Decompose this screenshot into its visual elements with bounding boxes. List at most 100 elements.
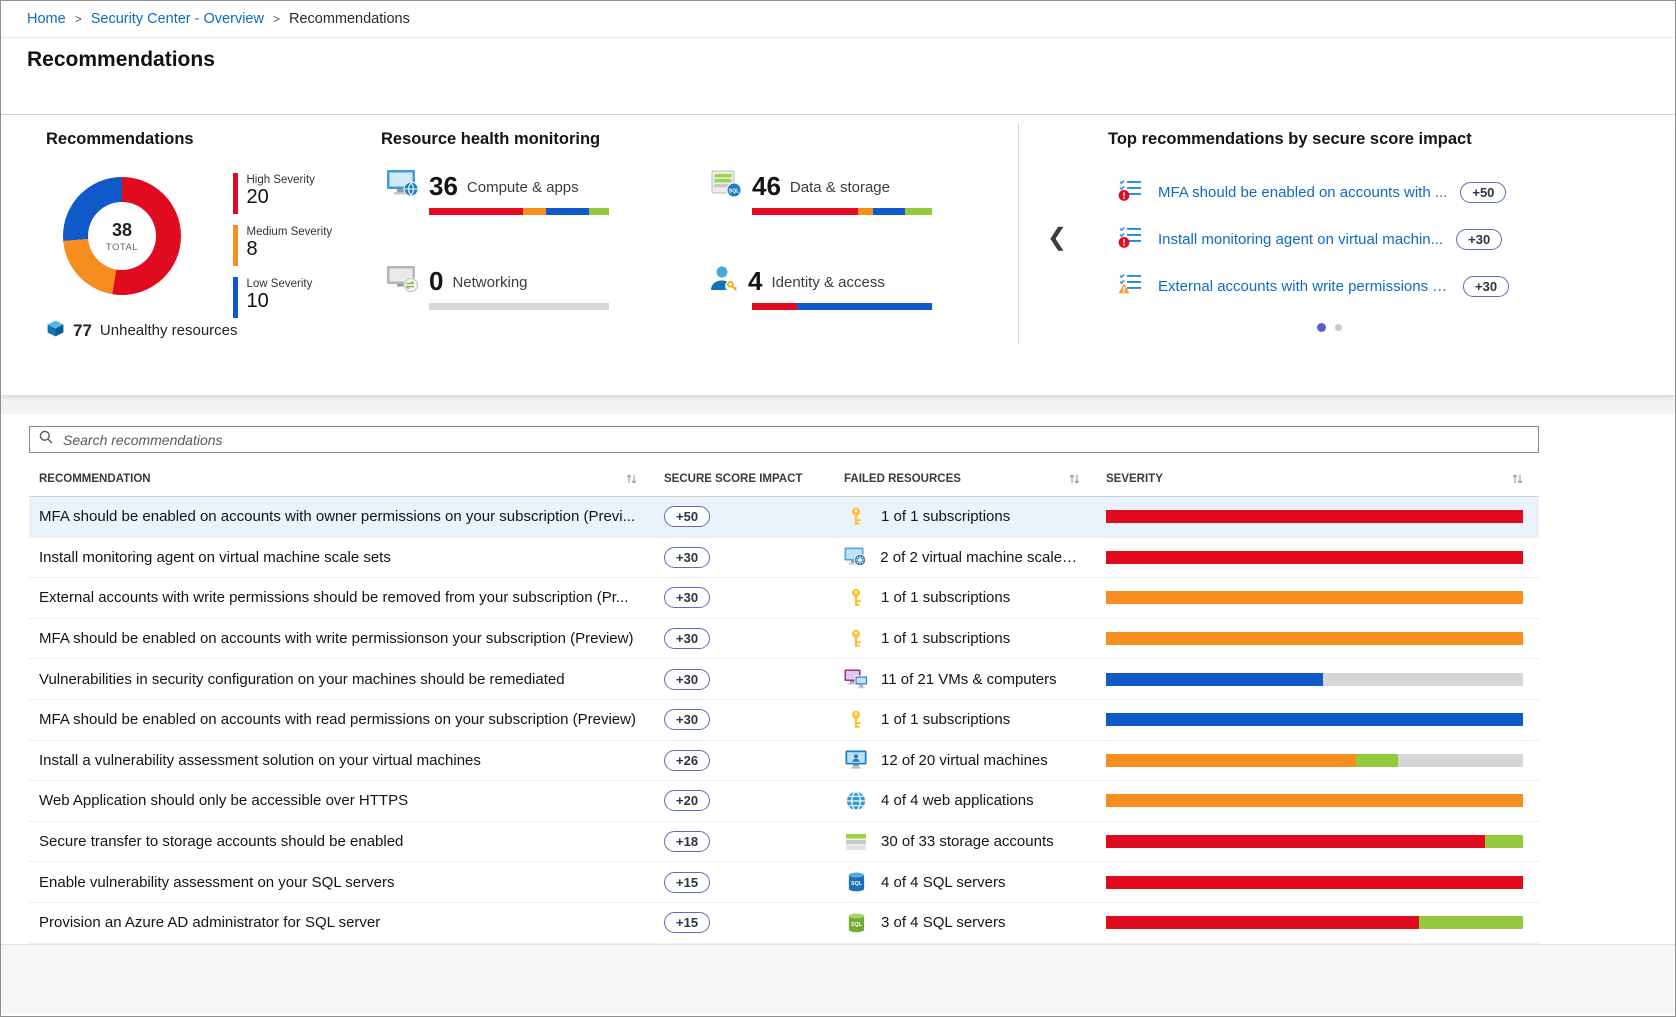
secure-score-cell: +15 — [651, 912, 839, 933]
legend-value: 10 — [247, 290, 313, 313]
column-header-recommendation[interactable]: RECOMMENDATION — [29, 473, 651, 485]
health-label: Identity & access — [771, 274, 884, 294]
table-row[interactable]: MFA should be enabled on accounts with w… — [29, 619, 1539, 660]
failed-resources-cell: 1 of 1 subscriptions — [839, 507, 1106, 527]
recommendation-cell: External accounts with write permissions… — [29, 589, 651, 606]
severity-bar — [1106, 916, 1523, 929]
failed-resources-cell: SQL4 of 4 SQL servers — [839, 872, 1106, 892]
table-row[interactable]: MFA should be enabled on accounts with o… — [29, 497, 1539, 538]
search-input[interactable] — [61, 431, 1529, 449]
carousel-dot-1[interactable] — [1317, 323, 1326, 332]
resource-health-title: Resource health monitoring — [381, 130, 600, 149]
bar-segment — [429, 208, 523, 215]
breadcrumb-link-home[interactable]: Home — [27, 11, 66, 27]
legend-label: Medium Severity — [247, 226, 333, 238]
bar-segment — [1106, 510, 1523, 523]
legend-value: 20 — [247, 186, 315, 209]
bar-segment — [523, 208, 546, 215]
carousel-dot-2[interactable] — [1335, 324, 1342, 331]
page-header: Recommendations — [1, 38, 1675, 114]
secure-score-pill: +26 — [664, 750, 710, 771]
table-row[interactable]: Provision an Azure AD administrator for … — [29, 903, 1539, 944]
table-row[interactable]: Install a vulnerability assessment solut… — [29, 741, 1539, 782]
secure-score-pill: +30 — [664, 669, 710, 690]
legend-color-bar — [233, 225, 238, 266]
table-row[interactable]: Enable vulnerability assessment on your … — [29, 862, 1539, 903]
health-label: Networking — [452, 274, 527, 294]
bar-segment — [1106, 551, 1523, 564]
severity-bar — [1106, 835, 1523, 848]
legend-value: 8 — [247, 238, 333, 261]
health-item-compute-apps: 36Compute & apps — [386, 163, 709, 215]
donut-total-label: TOTAL — [106, 242, 138, 253]
bar-segment — [1106, 632, 1523, 645]
top-recommendation-link[interactable]: MFA should be enabled on accounts with .… — [1158, 184, 1447, 201]
table-row[interactable]: Install monitoring agent on virtual mach… — [29, 538, 1539, 579]
health-label: Data & storage — [790, 179, 890, 199]
column-header-severity[interactable]: SEVERITY — [1106, 473, 1539, 485]
health-count: 4 — [748, 268, 762, 294]
bar-segment — [752, 208, 858, 215]
search-box — [29, 426, 1539, 453]
severity-bar — [1106, 876, 1523, 889]
secure-score-pill: +30 — [664, 547, 710, 568]
legend-color-bar — [233, 173, 238, 214]
breadcrumb: Home>Security Center - Overview>Recommen… — [1, 1, 1675, 38]
bar-segment — [1106, 835, 1485, 848]
failed-resources-text: 12 of 20 virtual machines — [881, 752, 1048, 769]
secure-score-cell: +30 — [651, 547, 839, 568]
legend-label: High Severity — [247, 174, 315, 186]
failed-resources-text: 1 of 1 subscriptions — [881, 630, 1010, 647]
breadcrumb-link-security-center-overview[interactable]: Security Center - Overview — [91, 11, 264, 27]
web-app-icon — [844, 791, 868, 811]
recommendations-table: RECOMMENDATIONSECURE SCORE IMPACTFAILED … — [29, 426, 1539, 944]
failed-resources-cell: 4 of 4 web applications — [839, 791, 1106, 811]
table-row[interactable]: Secure transfer to storage accounts shou… — [29, 822, 1539, 863]
failed-resources-text: 30 of 33 storage accounts — [881, 833, 1054, 850]
storage-account-icon — [844, 833, 868, 851]
top-recommendation-link[interactable]: External accounts with write permissions… — [1158, 278, 1450, 295]
secure-score-pill: +30 — [664, 587, 710, 608]
dashboard: Recommendations 38 TOTAL High Severity20… — [1, 115, 1675, 396]
failed-resources-text: 3 of 4 SQL servers — [881, 914, 1006, 931]
severity-bar — [1106, 632, 1523, 645]
networking-icon — [386, 264, 420, 294]
secure-score-cell: +30 — [651, 587, 839, 608]
severity-bar — [1106, 510, 1523, 523]
severity-cell — [1106, 754, 1539, 767]
severity-donut-chart: 38 TOTAL — [63, 177, 181, 295]
severity-cell — [1106, 916, 1539, 929]
bar-segment — [1106, 876, 1523, 889]
data-storage-icon: SQL — [709, 169, 743, 199]
health-count: 36 — [429, 173, 458, 199]
top-recommendation-link[interactable]: Install monitoring agent on virtual mach… — [1158, 231, 1443, 248]
sort-icon — [1069, 473, 1080, 485]
table-row[interactable]: External accounts with write permissions… — [29, 578, 1539, 619]
failed-resources-text: 4 of 4 SQL servers — [881, 874, 1006, 891]
column-header-secure-score-impact[interactable]: SECURE SCORE IMPACT — [651, 473, 839, 485]
page-footer-area — [1, 944, 1675, 1014]
secure-score-pill: +15 — [664, 872, 710, 893]
table-header: RECOMMENDATIONSECURE SCORE IMPACTFAILED … — [29, 461, 1539, 497]
bar-segment — [797, 303, 932, 310]
carousel-prev-button[interactable]: ❮ — [1043, 219, 1071, 256]
key-icon — [844, 588, 868, 608]
legend-item-medium-severity: Medium Severity8 — [233, 225, 332, 266]
legend-item-high-severity: High Severity20 — [233, 173, 332, 214]
failed-resources-cell: 11 of 21 VMs & computers — [839, 669, 1106, 690]
top-recommendations-list: MFA should be enabled on accounts with .… — [1118, 177, 1509, 301]
column-header-failed-resources[interactable]: FAILED RESOURCES — [839, 473, 1106, 485]
bar-segment — [1106, 916, 1419, 929]
bar-segment — [1419, 916, 1523, 929]
health-count: 46 — [752, 173, 781, 199]
recommendation-cell: MFA should be enabled on accounts with r… — [29, 711, 651, 728]
table-row[interactable]: Web Application should only be accessibl… — [29, 781, 1539, 822]
bar-segment — [429, 303, 609, 310]
failed-resources-text: 4 of 4 web applications — [881, 792, 1034, 809]
secure-score-cell: +30 — [651, 669, 839, 690]
vm-icon — [844, 750, 868, 771]
recommendation-cell: Enable vulnerability assessment on your … — [29, 874, 651, 891]
table-row[interactable]: MFA should be enabled on accounts with r… — [29, 700, 1539, 741]
table-row[interactable]: Vulnerabilities in security configuratio… — [29, 659, 1539, 700]
health-severity-bar — [429, 303, 609, 310]
